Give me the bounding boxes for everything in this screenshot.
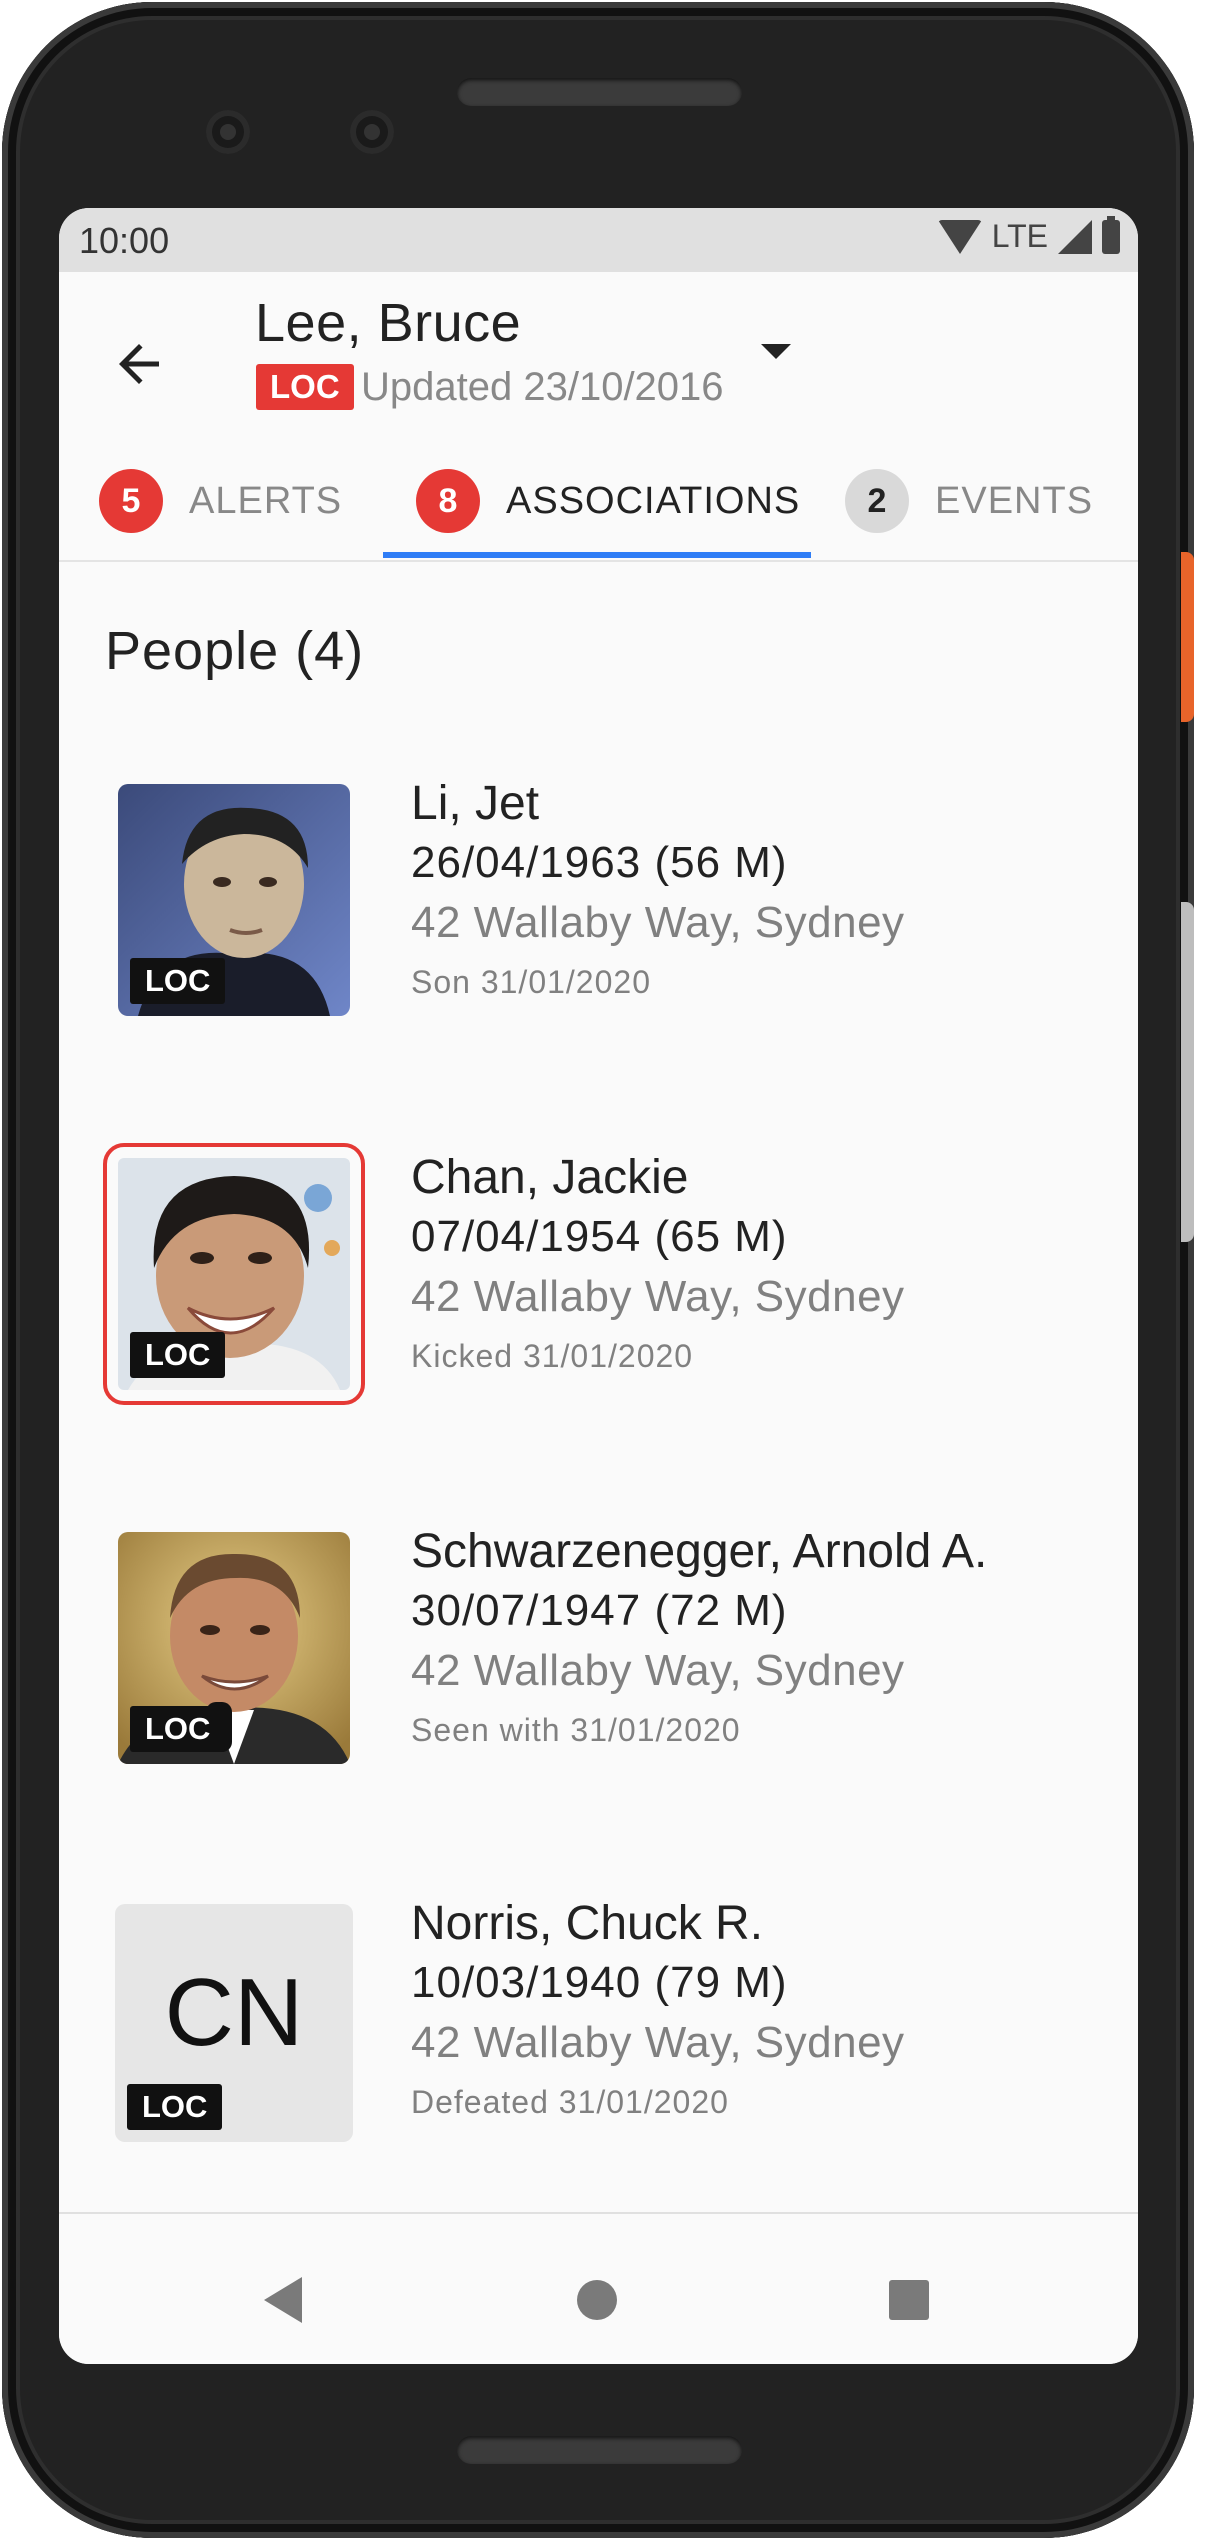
wifi-icon <box>937 219 982 254</box>
tab-label: EVENTS <box>935 479 1094 522</box>
person-name: Chan, Jackie <box>411 1151 689 1204</box>
person-dob: 26/04/1963 (56 M) <box>411 838 788 887</box>
loc-badge: LOC <box>130 1706 226 1752</box>
avatar: CN LOC <box>115 1904 353 2142</box>
list-item[interactable]: LOC Schwarzenegger, Arnold A. 30/07/1947… <box>59 1525 1138 1812</box>
bottom-speaker <box>457 2436 742 2464</box>
tab-count-badge: 8 <box>416 469 480 533</box>
avatar: LOC <box>118 1532 350 1764</box>
front-camera <box>206 110 250 154</box>
front-sensor <box>350 110 394 154</box>
person-name: Li, Jet <box>411 777 540 830</box>
caret-down-icon[interactable] <box>761 344 791 359</box>
triangle-back-icon[interactable] <box>264 2277 302 2323</box>
tab-events[interactable]: 2 EVENTS <box>845 442 1093 560</box>
person-relation: Son 31/01/2020 <box>411 964 651 1000</box>
earpiece-speaker <box>457 78 742 106</box>
person-dob: 10/03/1940 (79 M) <box>411 1958 788 2007</box>
tab-label: ASSOCIATIONS <box>506 479 801 522</box>
loc-badge: LOC <box>130 1332 226 1378</box>
loc-badge: LOC <box>256 364 354 410</box>
person-name: Schwarzenegger, Arnold A. <box>411 1525 988 1578</box>
tab-associations[interactable]: 8 ASSOCIATIONS <box>416 442 800 560</box>
person-dob: 07/04/1954 (65 M) <box>411 1212 788 1261</box>
person-relation: Defeated 31/01/2020 <box>411 2084 729 2120</box>
loc-badge: LOC <box>127 2084 223 2130</box>
status-icons: LTE <box>937 215 1120 255</box>
person-address: 42 Wallaby Way, Sydney <box>411 898 905 947</box>
tab-count-badge: 2 <box>845 469 909 533</box>
person-dob: 30/07/1947 (72 M) <box>411 1586 788 1635</box>
updated-text: Updated 23/10/2016 <box>361 365 724 409</box>
list-item[interactable]: CN LOC Norris, Chuck R. 10/03/1940 (79 M… <box>59 1897 1138 2184</box>
circle-home-icon[interactable] <box>577 2280 617 2320</box>
person-address: 42 Wallaby Way, Sydney <box>411 1272 905 1321</box>
volume-button <box>1181 902 1194 1242</box>
power-button <box>1181 552 1194 722</box>
system-nav-bar <box>59 2212 1138 2364</box>
avatar: LOC <box>118 784 350 1016</box>
page-title: Lee, Bruce <box>255 293 522 353</box>
tab-label: ALERTS <box>189 479 343 522</box>
app-bar: Lee, Bruce LOC Updated 23/10/2016 <box>59 272 1138 442</box>
list-item[interactable]: LOC Li, Jet 26/04/1963 (56 M) 42 Wallaby… <box>59 777 1138 1064</box>
person-name: Norris, Chuck R. <box>411 1897 764 1950</box>
person-address: 42 Wallaby Way, Sydney <box>411 1646 905 1695</box>
person-relation: Kicked 31/01/2020 <box>411 1338 694 1374</box>
section-title: People (4) <box>105 621 365 681</box>
avatar: LOC <box>103 1143 365 1405</box>
battery-icon <box>1102 215 1120 254</box>
person-relation: Seen with 31/01/2020 <box>411 1712 741 1748</box>
loc-badge: LOC <box>130 958 226 1004</box>
tab-count-badge: 5 <box>99 469 163 533</box>
square-recents-icon[interactable] <box>889 2280 929 2320</box>
status-bar: 10:00 LTE <box>59 208 1138 272</box>
phone-frame: 10:00 LTE Lee, Bruce LOC Updated 23/10/2… <box>2 2 1194 2538</box>
screen: 10:00 LTE Lee, Bruce LOC Updated 23/10/2… <box>59 208 1138 2364</box>
person-address: 42 Wallaby Way, Sydney <box>411 2018 905 2067</box>
arrow-left-icon[interactable] <box>109 334 169 394</box>
network-type: LTE <box>991 218 1048 254</box>
status-time: 10:00 <box>79 220 170 261</box>
signal-icon <box>1058 219 1092 254</box>
avatar-initials: CN <box>164 1959 304 2066</box>
tab-bar: 5 ALERTS 8 ASSOCIATIONS 2 EVENTS <box>59 442 1138 562</box>
list-item[interactable]: LOC Chan, Jackie 07/04/1954 (65 M) 42 Wa… <box>59 1143 1138 1438</box>
active-tab-indicator <box>383 552 811 558</box>
tab-alerts[interactable]: 5 ALERTS <box>99 442 342 560</box>
